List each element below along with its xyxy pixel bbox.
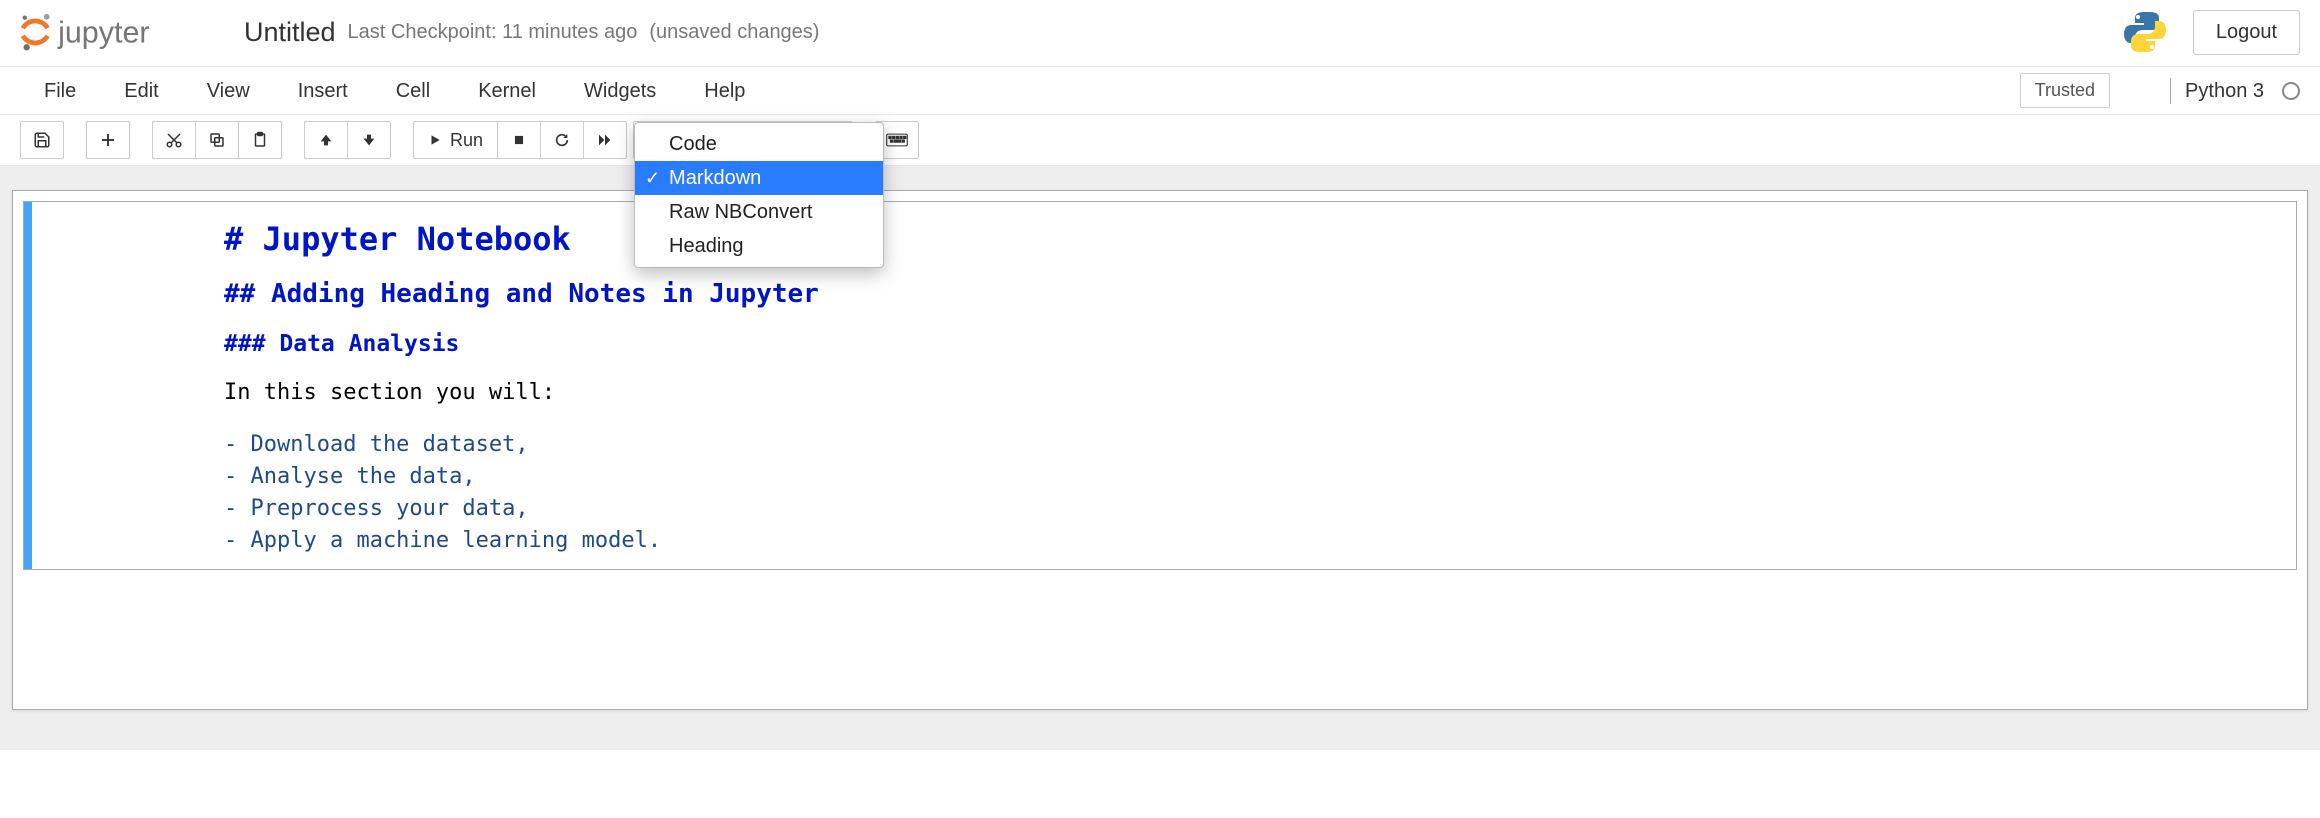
restart-run-all-button[interactable] [583, 121, 627, 159]
md-list-item: - Preprocess your data, [224, 493, 2284, 525]
cell-input-area[interactable]: # Jupyter Notebook ## Adding Heading and… [224, 202, 2296, 569]
celltype-option-raw[interactable]: Raw NBConvert [635, 195, 883, 229]
menu-file[interactable]: File [20, 67, 100, 115]
interrupt-button[interactable] [497, 121, 541, 159]
cell-selection-bar [24, 202, 32, 569]
menu-view[interactable]: View [183, 67, 274, 115]
run-label: Run [450, 130, 483, 151]
python-logo-icon [2121, 8, 2169, 56]
copy-button[interactable] [195, 121, 239, 159]
unsaved-text: (unsaved changes) [649, 21, 819, 44]
notebook-background: # Jupyter Notebook ## Adding Heading and… [0, 166, 2320, 750]
md-list-item: - Apply a machine learning model. [224, 525, 2284, 557]
trusted-indicator[interactable]: Trusted [2020, 73, 2110, 108]
header-bar: jupyter Untitled Last Checkpoint: 11 min… [0, 0, 2320, 67]
md-list-item: - Download the dataset, [224, 429, 2284, 461]
md-h1-line: # Jupyter Notebook [224, 216, 2284, 262]
md-list: - Download the dataset, - Analyse the da… [224, 429, 2284, 557]
menu-cell[interactable]: Cell [372, 67, 454, 115]
notebook-title[interactable]: Untitled [244, 17, 336, 48]
menu-edit[interactable]: Edit [100, 67, 182, 115]
paste-button[interactable] [238, 121, 282, 159]
md-h3-line: ### Data Analysis [224, 328, 2284, 361]
menu-insert[interactable]: Insert [274, 67, 372, 115]
run-button[interactable]: Run [413, 121, 498, 159]
jupyter-logo[interactable]: jupyter [20, 10, 220, 54]
kernel-name[interactable]: Python 3 [2170, 78, 2264, 104]
menu-kernel[interactable]: Kernel [454, 67, 560, 115]
move-up-button[interactable] [304, 121, 348, 159]
notebook-container: # Jupyter Notebook ## Adding Heading and… [12, 190, 2308, 710]
move-down-button[interactable] [347, 121, 391, 159]
celltype-select[interactable]: Code Markdown Raw NBConvert Heading [633, 121, 853, 159]
svg-text:jupyter: jupyter [57, 15, 149, 49]
menu-bar: File Edit View Insert Cell Kernel Widget… [0, 67, 2320, 115]
logout-button[interactable]: Logout [2193, 10, 2300, 55]
celltype-option-code[interactable]: Code [635, 127, 883, 161]
celltype-option-markdown[interactable]: Markdown [635, 161, 883, 195]
toolbar: Run Code Markdown Raw NBConvert Heading [0, 115, 2320, 166]
md-h2-line: ## Adding Heading and Notes in Jupyter [224, 276, 2284, 314]
markdown-cell[interactable]: # Jupyter Notebook ## Adding Heading and… [23, 201, 2297, 570]
kernel-status-icon [2282, 82, 2300, 100]
menu-help[interactable]: Help [680, 67, 769, 115]
add-cell-button[interactable] [86, 121, 130, 159]
restart-button[interactable] [540, 121, 584, 159]
cut-button[interactable] [152, 121, 196, 159]
md-list-item: - Analyse the data, [224, 461, 2284, 493]
menu-widgets[interactable]: Widgets [560, 67, 680, 115]
celltype-dropdown: Code Markdown Raw NBConvert Heading [634, 122, 884, 268]
save-button[interactable] [20, 121, 64, 159]
celltype-option-heading[interactable]: Heading [635, 229, 883, 263]
md-body-line: In this section you will: [224, 377, 2284, 409]
checkpoint-text: Last Checkpoint: 11 minutes ago [348, 21, 638, 44]
cell-prompt-area [24, 202, 224, 569]
